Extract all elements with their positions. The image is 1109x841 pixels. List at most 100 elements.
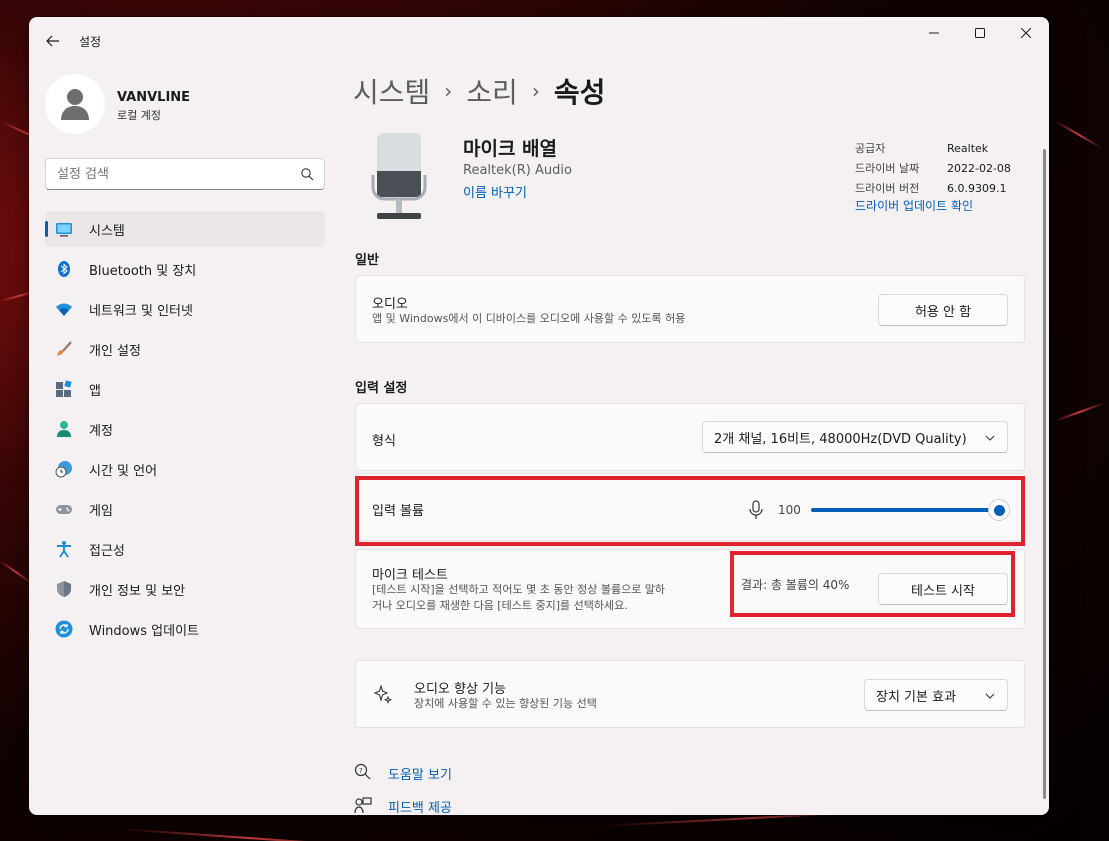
settings-window: 설정 VANVLINE 로컬 계정 시스템 Bluetooth 및 장치 [29, 17, 1049, 815]
arrow-left-icon [46, 35, 59, 47]
driver-update-link[interactable]: 드라이버 업데이트 확인 [855, 197, 973, 214]
sidebar-item-label: 시간 및 언어 [89, 463, 158, 479]
sidebar-item-bluetooth[interactable]: Bluetooth 및 장치 [45, 251, 325, 287]
svg-text:?: ? [359, 767, 363, 775]
minimize-icon [929, 32, 939, 34]
breadcrumb-sound[interactable]: 소리 [466, 71, 518, 111]
highlight-box-volume [355, 476, 1025, 546]
shield-icon [57, 581, 71, 597]
minimize-button[interactable] [911, 17, 957, 49]
info-row-driver-date: 드라이버 날짜 2022-02-08 [855, 158, 1011, 178]
microphone-device-icon [371, 133, 427, 219]
chevron-down-icon [985, 693, 995, 699]
help-icon: ? [354, 763, 371, 780]
sidebar-item-label: Windows 업데이트 [89, 623, 200, 639]
maximize-icon [975, 28, 985, 38]
sidebar-item-label: 네트워크 및 인터넷 [89, 303, 193, 319]
highlight-box-test [730, 551, 1015, 617]
info-label: 공급자 [855, 142, 886, 155]
help-link[interactable]: 도움말 보기 [388, 764, 452, 783]
audio-enhancements-desc: 장치에 사용할 수 있는 향상된 기능 선택 [414, 697, 597, 710]
audio-card: 오디오 앱 및 Windows에서 이 디바이스를 오디오에 사용할 수 있도록… [355, 275, 1025, 343]
sidebar-item-apps[interactable]: 앱 [45, 371, 325, 407]
sidebar-item-time-language[interactable]: 시간 및 언어 [45, 451, 325, 487]
info-value: 6.0.9309.1 [947, 181, 1007, 195]
device-subtitle: Realtek(R) Audio [463, 163, 572, 178]
format-value: 2개 채널, 16비트, 48000Hz(DVD Quality) [714, 431, 967, 447]
title-bar: 설정 [29, 17, 1049, 65]
sidebar-item-accounts[interactable]: 계정 [45, 411, 325, 447]
feedback-link[interactable]: 피드백 제공 [388, 797, 452, 815]
driver-info: 공급자 Realtek 드라이버 날짜 2022-02-08 드라이버 버전 6… [855, 138, 1011, 198]
sidebar-item-label: 앱 [89, 383, 101, 399]
format-label: 형식 [372, 434, 396, 449]
maximize-button[interactable] [957, 17, 1003, 49]
sidebar-item-windows-update[interactable]: Windows 업데이트 [45, 611, 325, 647]
audio-enhancements-title: 오디오 향상 기능 [414, 682, 506, 697]
person-silhouette-icon [61, 89, 89, 120]
info-label: 드라이버 버전 [855, 182, 920, 195]
format-dropdown[interactable]: 2개 채널, 16비트, 48000Hz(DVD Quality) [702, 421, 1008, 453]
bluetooth-icon [58, 261, 70, 277]
breadcrumb: 시스템 › 소리 › 속성 [353, 71, 605, 111]
sidebar-item-label: 게임 [89, 503, 113, 519]
mic-test-desc-line1: [테스트 시작]을 선택하고 적어도 몇 초 동안 정상 볼륨으로 말하 [372, 583, 666, 596]
sidebar-item-network[interactable]: 네트워크 및 인터넷 [45, 291, 325, 327]
app-title: 설정 [79, 35, 102, 49]
page-title: 속성 [553, 76, 606, 109]
sidebar-nav: 시스템 Bluetooth 및 장치 네트워크 및 인터넷 개인 설정 앱 계정… [45, 211, 325, 651]
search-icon[interactable] [300, 167, 314, 181]
search-box [45, 158, 325, 190]
user-name: VANVLINE [117, 90, 191, 105]
scrollbar[interactable] [1043, 149, 1046, 799]
info-value: 2022-02-08 [947, 161, 1011, 175]
close-button[interactable] [1003, 17, 1049, 49]
sidebar-item-accessibility[interactable]: 접근성 [45, 531, 325, 567]
accessibility-icon [57, 541, 71, 558]
section-general-title: 일반 [355, 253, 379, 268]
account-type: 로컬 계정 [117, 109, 161, 122]
sidebar-item-label: 개인 설정 [89, 343, 141, 359]
sidebar-item-system[interactable]: 시스템 [45, 211, 325, 247]
back-button[interactable] [41, 29, 65, 53]
sidebar-item-label: 개인 정보 및 보안 [89, 583, 186, 599]
avatar[interactable] [45, 74, 105, 134]
update-icon [55, 620, 73, 638]
sidebar-item-label: 접근성 [89, 543, 125, 559]
chevron-down-icon [985, 435, 995, 441]
sidebar-item-label: 시스템 [89, 223, 125, 239]
sidebar-item-personalization[interactable]: 개인 설정 [45, 331, 325, 367]
mic-test-title: 마이크 테스트 [372, 568, 448, 583]
enhancements-value: 장치 기본 효과 [876, 689, 957, 705]
paintbrush-icon [57, 341, 72, 356]
chevron-right-icon: › [531, 79, 540, 103]
sparkle-icon [373, 685, 393, 704]
breadcrumb-system[interactable]: 시스템 [353, 71, 430, 111]
close-icon [1021, 28, 1031, 38]
section-input-title: 입력 설정 [355, 381, 408, 396]
search-input[interactable] [46, 159, 286, 189]
clock-globe-icon [55, 461, 72, 478]
info-label: 드라이버 날짜 [855, 162, 920, 175]
audio-title: 오디오 [372, 297, 408, 312]
feedback-icon [354, 797, 372, 814]
chevron-right-icon: › [444, 79, 453, 103]
wifi-icon [56, 303, 72, 316]
sidebar-item-label: 계정 [89, 423, 113, 439]
format-card: 형식 2개 채널, 16비트, 48000Hz(DVD Quality) [355, 403, 1025, 471]
info-value: Realtek [947, 141, 989, 155]
sidebar-item-gaming[interactable]: 게임 [45, 491, 325, 527]
audio-enhancements-card: 오디오 향상 기능 장치에 사용할 수 있는 향상된 기능 선택 장치 기본 효… [355, 660, 1025, 728]
mic-test-desc-line2: 거나 오디오를 재생한 다음 [테스트 중지]를 선택하세요. [372, 599, 628, 612]
sidebar-item-label: Bluetooth 및 장치 [89, 263, 197, 279]
enhancements-dropdown[interactable]: 장치 기본 효과 [864, 679, 1008, 711]
info-row-driver-version: 드라이버 버전 6.0.9309.1 [855, 178, 1011, 198]
apps-icon [56, 380, 72, 397]
disallow-button[interactable]: 허용 안 함 [878, 294, 1008, 326]
gamepad-icon [56, 505, 72, 514]
device-name: 마이크 배열 [463, 138, 558, 160]
sidebar-item-privacy[interactable]: 개인 정보 및 보안 [45, 571, 325, 607]
system-monitor-icon [56, 223, 72, 237]
info-row-provider: 공급자 Realtek [855, 138, 1011, 158]
rename-link[interactable]: 이름 바꾸기 [463, 182, 527, 201]
